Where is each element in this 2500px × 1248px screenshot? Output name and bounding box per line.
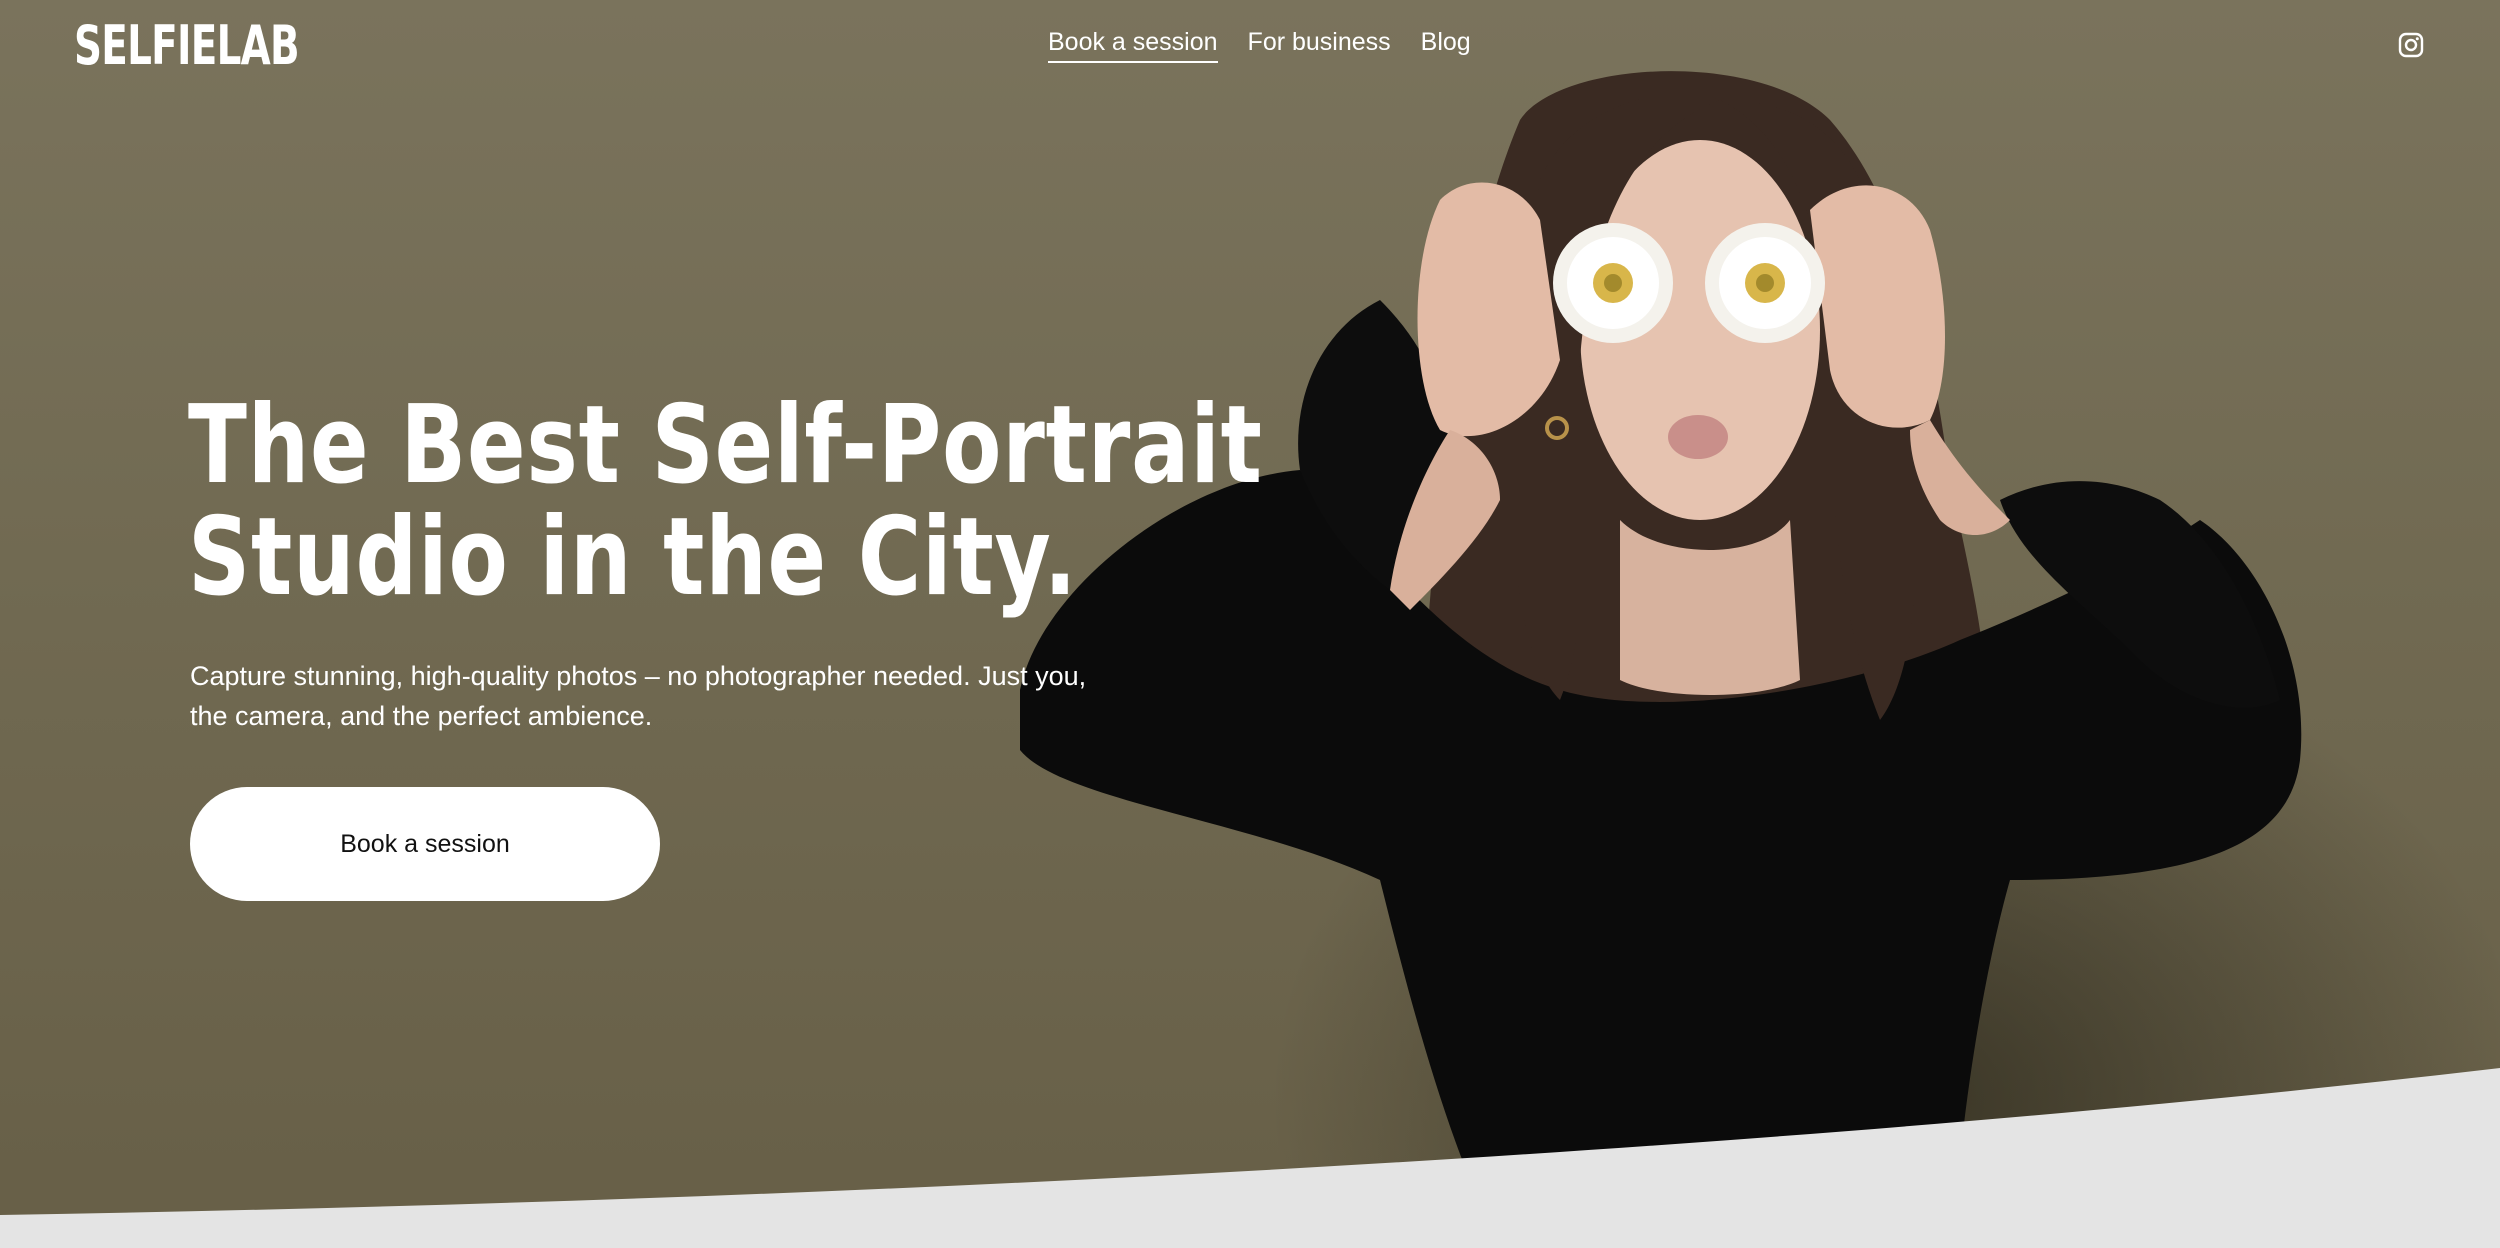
hero-subtext-line2: the camera, and the perfect ambience.	[190, 701, 653, 731]
main-nav: Book a session For business Blog	[1048, 28, 1471, 63]
nav-blog[interactable]: Blog	[1421, 28, 1471, 63]
instagram-icon[interactable]	[2398, 32, 2424, 58]
hero-headline: The Best Self-Portrait Studio in the Cit…	[188, 390, 1263, 614]
hero-headline-line1: The Best Self-Portrait	[188, 383, 1263, 508]
hero-subtext: Capture stunning, high-quality photos – …	[190, 656, 1190, 736]
site-logo[interactable]: SELFIELAB	[74, 14, 300, 77]
site-header: SELFIELAB Book a session For business Bl…	[0, 0, 2500, 90]
book-session-button[interactable]: Book a session	[190, 787, 660, 901]
hero-headline-line2: Studio in the City.	[188, 495, 1078, 620]
nav-for-business[interactable]: For business	[1248, 28, 1391, 63]
hero-photo	[1020, 71, 2302, 1180]
nav-book-session[interactable]: Book a session	[1048, 28, 1218, 63]
hero-subtext-line1: Capture stunning, high-quality photos – …	[190, 661, 1087, 691]
hero-section: SELFIELAB Book a session For business Bl…	[0, 0, 2500, 1248]
